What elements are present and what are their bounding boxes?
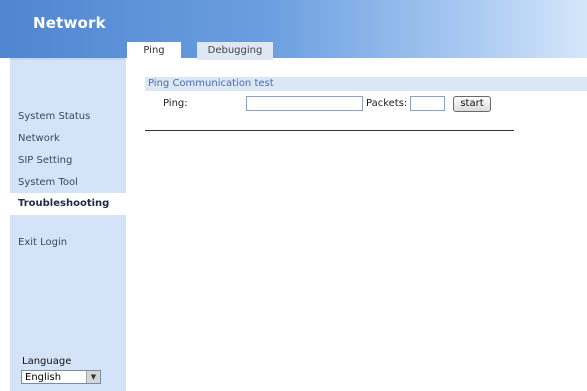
sidebar-item-troubleshooting[interactable]: Troubleshooting — [10, 193, 126, 215]
sidebar-item-network[interactable]: Network — [10, 128, 126, 150]
ping-address-input[interactable] — [246, 96, 363, 111]
packets-label: Packets: — [366, 98, 408, 109]
tab-debugging[interactable]: Debugging — [197, 42, 273, 60]
start-button[interactable]: start — [453, 96, 491, 112]
ping-section-title: Ping Communication test — [145, 77, 587, 91]
language-select-value: English — [25, 371, 62, 383]
sidebar-item-system-tool[interactable]: System Tool — [10, 172, 126, 194]
sidebar-top-edge — [10, 58, 126, 60]
page-title: Network — [33, 14, 106, 32]
packets-input[interactable] — [410, 96, 445, 111]
tab-ping[interactable]: Ping — [127, 42, 181, 60]
sidebar: System Status Network SIP Setting System… — [10, 58, 126, 391]
language-select[interactable]: English ▼ — [21, 370, 101, 384]
tab-bar: Ping Debugging — [127, 42, 273, 60]
sidebar-item-exit-login[interactable]: Exit Login — [10, 232, 126, 254]
language-label: Language — [22, 356, 72, 367]
chevron-down-icon[interactable]: ▼ — [86, 371, 100, 383]
header-banner: Network — [0, 0, 587, 58]
ping-label: Ping: — [163, 98, 188, 109]
divider — [145, 130, 514, 131]
sidebar-item-sip-setting[interactable]: SIP Setting — [10, 150, 126, 172]
sidebar-item-system-status[interactable]: System Status — [10, 106, 126, 128]
